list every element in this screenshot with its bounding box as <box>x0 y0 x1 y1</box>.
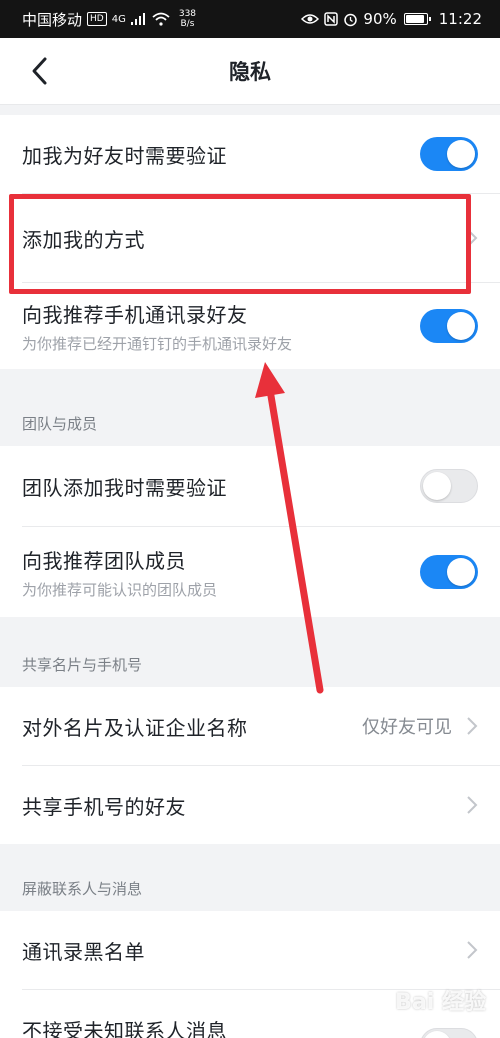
watermark-logo: Bai 经验 <box>395 990 486 1015</box>
annotation-arrow-icon <box>255 362 324 694</box>
